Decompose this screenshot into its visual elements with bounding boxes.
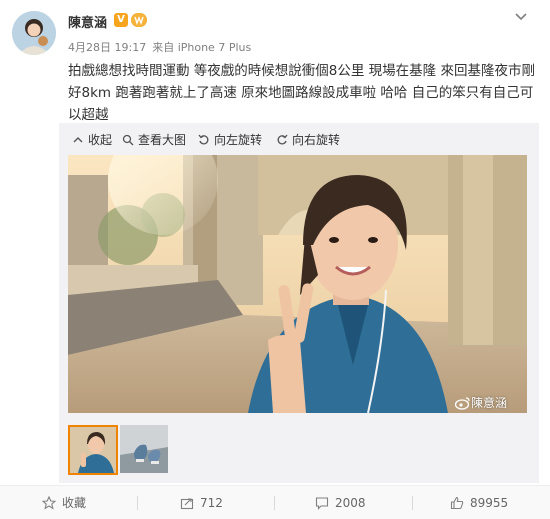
- repost-count: 712: [200, 495, 223, 510]
- username[interactable]: 陳意涵: [68, 12, 107, 31]
- rotate-left-button[interactable]: 向左旋转: [198, 131, 262, 148]
- verified-badge: V: [114, 13, 128, 27]
- collect-button[interactable]: 收起: [72, 131, 112, 148]
- view-large-label: 查看大图: [138, 133, 187, 147]
- like-button[interactable]: 89955: [450, 486, 508, 519]
- footer-separator: [137, 496, 138, 510]
- magnifier-icon: [122, 134, 134, 145]
- comment-button[interactable]: 2008: [315, 486, 366, 519]
- post-timestamp[interactable]: 4月28日 19:17: [68, 41, 146, 54]
- post-header: 陳意涵 V 4月28日 19:17 来自 iPhone 7 Plus: [0, 0, 550, 60]
- star-icon: [42, 495, 56, 509]
- footer-separator: [274, 496, 275, 510]
- chevron-down-icon[interactable]: [513, 8, 529, 24]
- thumbs-up-icon: [450, 496, 464, 509]
- thumbnail-1[interactable]: [68, 425, 118, 475]
- comment-count: 2008: [335, 495, 366, 510]
- comment-icon: [315, 496, 329, 510]
- share-icon: [180, 497, 194, 509]
- footer-separator: [412, 496, 413, 510]
- favorite-button[interactable]: 收藏: [42, 486, 86, 519]
- watermark-text: 陳意涵: [471, 396, 508, 410]
- thumbnail-2[interactable]: [120, 425, 168, 473]
- rotate-right-label: 向右旋转: [292, 133, 341, 147]
- post-source: 来自 iPhone 7 Plus: [152, 41, 252, 54]
- view-large-button[interactable]: 查看大图: [122, 131, 186, 148]
- photo-watermark: 陳意涵: [455, 394, 507, 411]
- action-bar: 收藏 712 2008 89955: [0, 486, 550, 519]
- collapse-icon: [73, 136, 83, 142]
- rotate-left-icon: [198, 134, 209, 144]
- weibo-logo-icon: [455, 396, 470, 410]
- rotate-right-button[interactable]: 向右旋转: [276, 131, 340, 148]
- collect-label: 收起: [88, 133, 113, 147]
- avatar[interactable]: [12, 11, 56, 55]
- rotate-right-icon: [277, 134, 288, 144]
- post-photo[interactable]: [68, 155, 527, 413]
- vip-badge-icon: [131, 13, 147, 27]
- post-meta: 4月28日 19:17 来自 iPhone 7 Plus: [68, 39, 251, 55]
- repost-button[interactable]: 712: [180, 486, 223, 519]
- post-text: 拍戲總想找時間運動 等夜戲的時候想說衝個8公里 現場在基隆 來回基隆夜市剛好8k…: [68, 63, 535, 123]
- like-count: 89955: [470, 495, 509, 510]
- rotate-left-label: 向左旋转: [214, 133, 263, 147]
- favorite-label: 收藏: [62, 496, 87, 510]
